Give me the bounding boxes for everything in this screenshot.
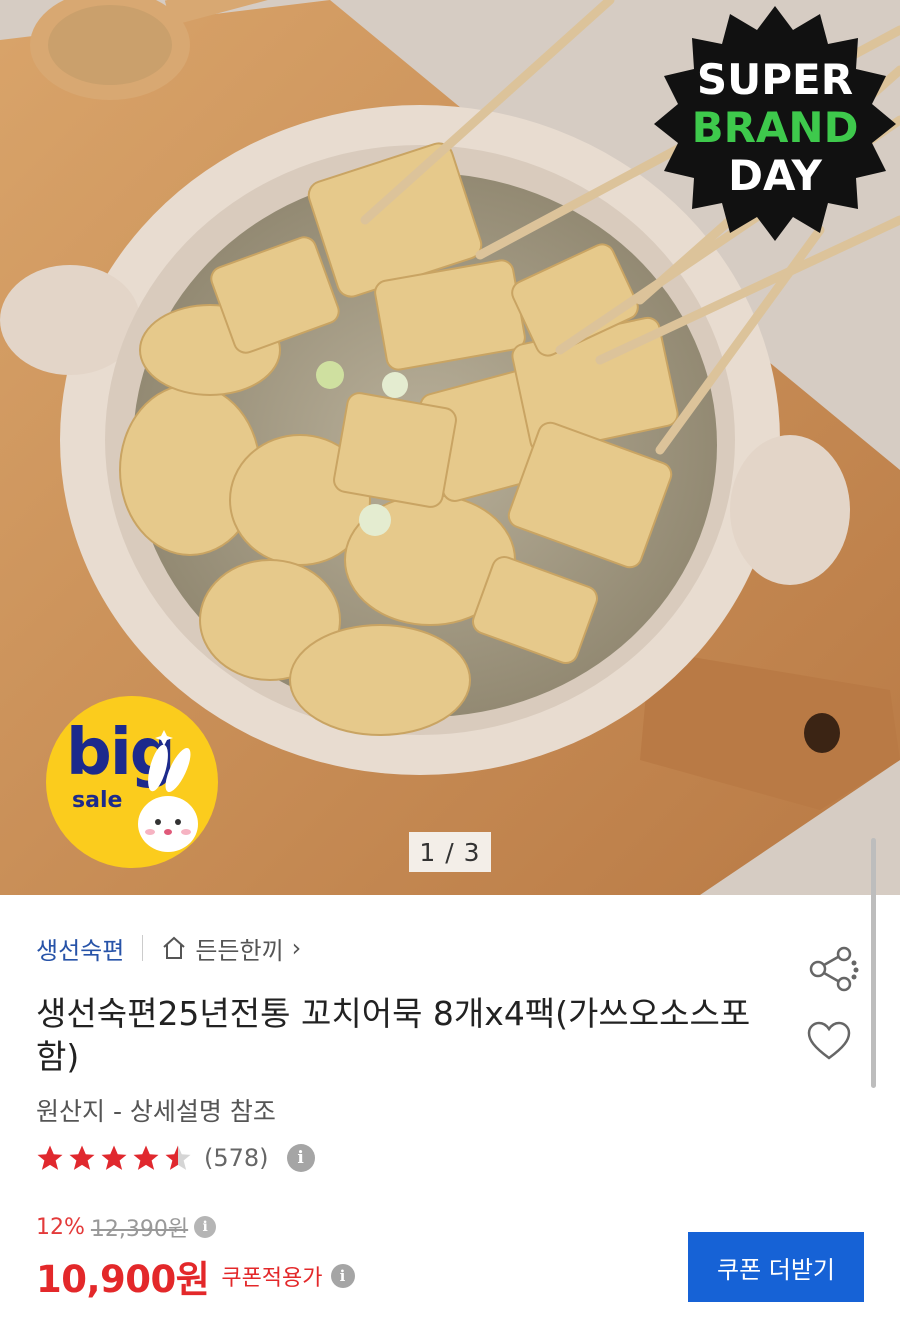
scrollbar[interactable] <box>871 838 876 1088</box>
product-origin: 원산지 - 상세설명 참조 <box>36 1097 276 1126</box>
super-brand-day-badge: SUPER BRAND DAY <box>650 0 900 245</box>
coupon-price-label: 쿠폰적용가 <box>221 1266 323 1291</box>
star-full-icon <box>37 1145 63 1170</box>
rating-stars <box>34 1143 194 1173</box>
product-rating[interactable]: (578) i <box>34 1140 315 1176</box>
badge-line-brand: BRAND <box>691 103 859 152</box>
share-button[interactable] <box>806 946 862 992</box>
badge-line-super: SUPER <box>696 55 854 104</box>
home-icon <box>163 936 185 959</box>
product-title: 생선숙편25년전통 꼬치어묵 8개x4팩(가쓰오소스포함) <box>36 994 751 1076</box>
star-full-icon <box>69 1145 95 1170</box>
star-half-icon <box>165 1145 191 1170</box>
category-label: 든든한끼 <box>195 936 284 965</box>
review-count[interactable]: (578) <box>204 1144 269 1172</box>
breadcrumb-divider <box>142 935 144 961</box>
wishlist-button[interactable] <box>806 1020 852 1062</box>
price-row: 10,900원 쿠폰적용가 i <box>36 1252 355 1301</box>
discount-percent: 12% <box>36 1214 85 1240</box>
bunny-mascot-icon <box>138 730 198 852</box>
rating-info-icon[interactable]: i <box>286 1144 315 1172</box>
discount-row: 12% 12,390원 i <box>36 1210 217 1244</box>
image-counter: 1 / 3 <box>409 832 491 872</box>
coupon-price-info-icon[interactable]: i <box>330 1264 355 1288</box>
chevron-right-icon: › <box>291 934 302 962</box>
breadcrumb: 생선숙편 든든한끼 › <box>36 928 301 968</box>
discount-info-icon[interactable]: i <box>194 1216 217 1238</box>
original-price: 12,390원 <box>90 1217 189 1242</box>
category-link[interactable]: 든든한끼 › <box>161 931 301 966</box>
share-icon <box>809 946 859 992</box>
product-image-carousel[interactable]: SUPER BRAND DAY big sale 1 / 3 <box>0 0 900 895</box>
coupon-more-button[interactable]: 쿠폰 더받기 <box>688 1232 864 1302</box>
big-sale-badge: big sale <box>46 696 218 868</box>
star-full-icon <box>133 1145 159 1170</box>
heart-icon <box>807 1021 851 1060</box>
sale-price: 10,900원 <box>36 1258 210 1301</box>
badge-line-day: DAY <box>728 151 822 200</box>
star-full-icon <box>101 1145 127 1170</box>
brand-link[interactable]: 생선숙편 <box>36 931 124 966</box>
